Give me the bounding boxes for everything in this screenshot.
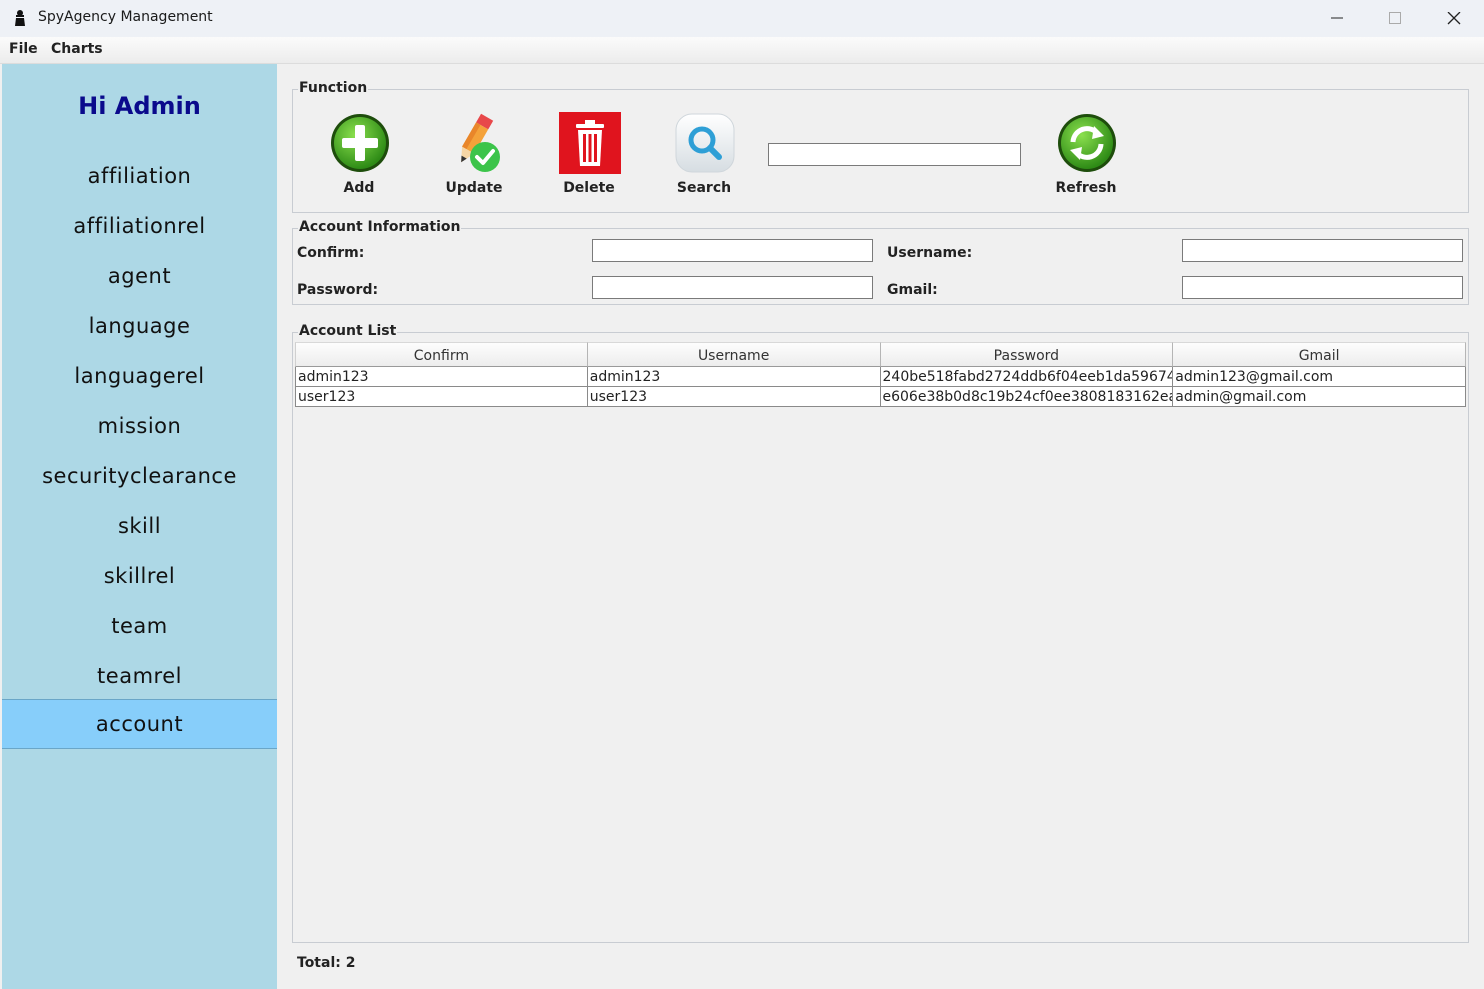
table-cell[interactable]: admin123 bbox=[587, 367, 881, 387]
column-header-username[interactable]: Username bbox=[587, 342, 881, 367]
menu-file[interactable]: File bbox=[9, 41, 38, 57]
update-label: Update bbox=[445, 180, 503, 196]
search-label: Search bbox=[676, 180, 732, 196]
maximize-icon bbox=[1389, 12, 1401, 24]
minimize-button[interactable] bbox=[1308, 0, 1366, 37]
close-button[interactable] bbox=[1425, 0, 1483, 37]
table-cell[interactable]: 240be518fabd2724ddb6f04eeb1da5967448d bbox=[880, 367, 1174, 387]
column-header-confirm[interactable]: Confirm bbox=[295, 342, 588, 367]
sidebar-item-account[interactable]: account bbox=[2, 699, 277, 749]
delete-label: Delete bbox=[563, 180, 615, 196]
sidebar-item-affiliationrel[interactable]: affiliationrel bbox=[2, 201, 277, 251]
sidebar-item-mission[interactable]: mission bbox=[2, 401, 277, 451]
table-cell[interactable]: user123 bbox=[587, 387, 881, 407]
spy-icon bbox=[15, 10, 25, 26]
account-list-panel: Account List bbox=[292, 323, 1469, 943]
account-info-title: Account Information bbox=[298, 219, 462, 235]
username-field[interactable] bbox=[1182, 239, 1463, 262]
password-field[interactable] bbox=[592, 276, 873, 299]
search-button[interactable]: Search bbox=[659, 112, 749, 208]
gmail-label: Gmail: bbox=[887, 282, 938, 298]
table-cell[interactable]: admin@gmail.com bbox=[1173, 387, 1466, 407]
table-row[interactable]: user123 user123 e606e38b0d8c19b24cf0ee38… bbox=[295, 387, 1466, 407]
table-cell[interactable]: user123 bbox=[295, 387, 588, 407]
sidebar-item-language[interactable]: language bbox=[2, 301, 277, 351]
password-label: Password: bbox=[297, 282, 379, 298]
function-panel-title: Function bbox=[298, 80, 369, 96]
table-header: Confirm Username Password Gmail bbox=[295, 342, 1466, 367]
minimize-icon bbox=[1331, 17, 1343, 19]
window-title: SpyAgency Management bbox=[38, 9, 213, 25]
trash-icon bbox=[559, 112, 621, 174]
table-cell[interactable]: e606e38b0d8c19b24cf0ee3808183162ea7cd bbox=[880, 387, 1174, 407]
sidebar-item-affiliation[interactable]: affiliation bbox=[2, 151, 277, 201]
account-table: Confirm Username Password Gmail admin123… bbox=[295, 342, 1466, 407]
gmail-field[interactable] bbox=[1182, 276, 1463, 299]
refresh-button[interactable]: Refresh bbox=[1041, 112, 1131, 208]
search-input[interactable] bbox=[768, 143, 1021, 166]
refresh-label: Refresh bbox=[1055, 180, 1117, 196]
sidebar-item-agent[interactable]: agent bbox=[2, 251, 277, 301]
table-cell[interactable]: admin123@gmail.com bbox=[1173, 367, 1466, 387]
confirm-label: Confirm: bbox=[297, 245, 365, 261]
table-cell[interactable]: admin123 bbox=[295, 367, 588, 387]
username-label: Username: bbox=[887, 245, 973, 261]
account-list-title: Account List bbox=[298, 323, 398, 339]
title-bar: SpyAgency Management bbox=[0, 0, 1484, 37]
add-button[interactable]: Add bbox=[314, 112, 404, 208]
update-button[interactable]: Update bbox=[429, 112, 519, 208]
sidebar: Hi Admin affiliation affiliationrel agen… bbox=[2, 64, 277, 989]
add-label: Add bbox=[343, 180, 375, 196]
delete-button[interactable]: Delete bbox=[544, 112, 634, 208]
sidebar-item-skillrel[interactable]: skillrel bbox=[2, 551, 277, 601]
update-icon bbox=[461, 113, 500, 172]
search-icon bbox=[675, 113, 735, 173]
column-header-password[interactable]: Password bbox=[880, 342, 1174, 367]
refresh-icon bbox=[1058, 114, 1116, 172]
sidebar-item-skill[interactable]: skill bbox=[2, 501, 277, 551]
column-header-gmail[interactable]: Gmail bbox=[1173, 342, 1466, 367]
table-row[interactable]: admin123 admin123 240be518fabd2724ddb6f0… bbox=[295, 367, 1466, 387]
confirm-field[interactable] bbox=[592, 239, 873, 262]
total-count: Total: 2 bbox=[297, 955, 356, 971]
maximize-button[interactable] bbox=[1366, 0, 1424, 37]
greeting: Hi Admin bbox=[78, 92, 201, 120]
sidebar-item-teamrel[interactable]: teamrel bbox=[2, 651, 277, 701]
sidebar-item-languagerel[interactable]: languagerel bbox=[2, 351, 277, 401]
close-icon bbox=[1447, 12, 1461, 25]
menu-charts[interactable]: Charts bbox=[51, 41, 103, 57]
add-icon bbox=[331, 114, 389, 172]
menu-bar: File Charts bbox=[0, 37, 1484, 64]
sidebar-item-securityclearance[interactable]: securityclearance bbox=[2, 451, 277, 501]
sidebar-item-team[interactable]: team bbox=[2, 601, 277, 651]
